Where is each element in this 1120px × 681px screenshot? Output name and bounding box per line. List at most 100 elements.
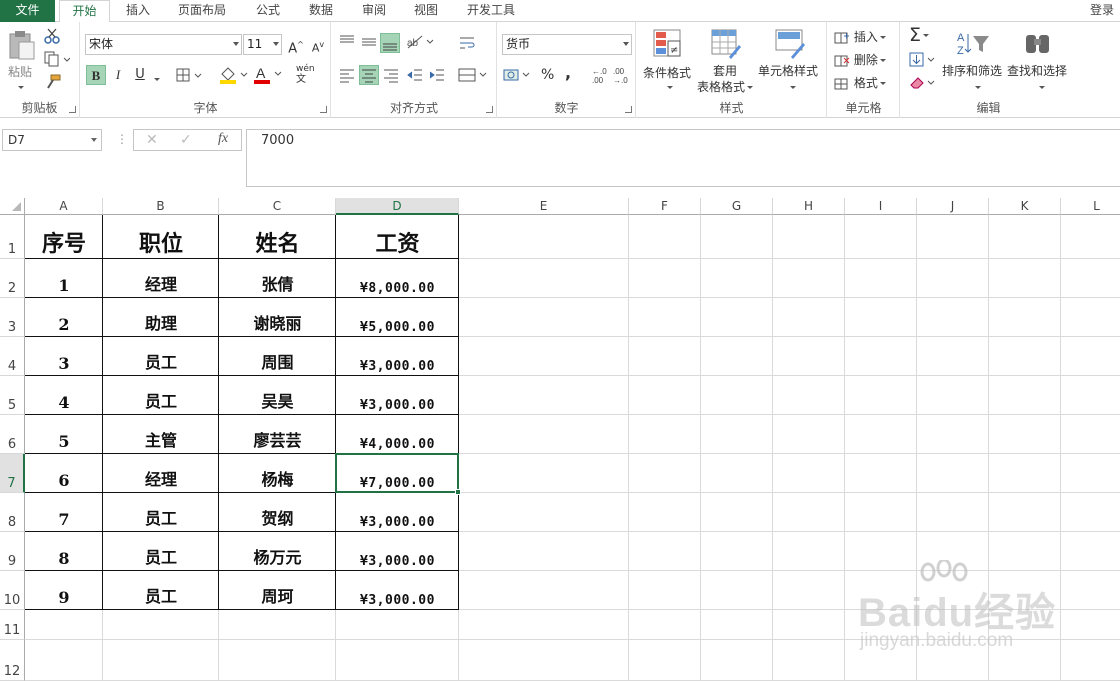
cell-d2[interactable]: ¥8,000.00 — [336, 259, 459, 298]
row-header-8[interactable]: 8 — [0, 493, 25, 532]
column-header-j[interactable]: J — [917, 198, 989, 215]
table-format-icon[interactable] — [711, 29, 741, 62]
row-header-3[interactable]: 3 — [0, 298, 25, 337]
shrink-font-button[interactable]: Av — [308, 35, 328, 55]
grow-font-button[interactable]: A^ — [286, 35, 306, 56]
cell-d10[interactable]: ¥3,000.00 — [336, 571, 459, 610]
cut-icon[interactable] — [44, 28, 60, 47]
cell-c7[interactable]: 杨梅 — [219, 454, 336, 493]
tab-review[interactable]: 审阅 — [360, 0, 388, 22]
table-format-label-2[interactable]: 表格格式 — [697, 78, 754, 95]
column-header-k[interactable]: K — [989, 198, 1061, 215]
cell-styles-label[interactable]: 单元格样式 — [758, 62, 818, 79]
paste-dropdown-icon[interactable] — [16, 80, 24, 94]
tab-insert[interactable]: 插入 — [124, 0, 152, 22]
underline-button[interactable]: U — [130, 65, 150, 85]
cell-a1[interactable]: 序号 — [25, 215, 103, 259]
column-header-e[interactable]: E — [459, 198, 629, 215]
row-header-9[interactable]: 9 — [0, 532, 25, 571]
increase-decimal-icon[interactable]: ←.0.00 — [591, 66, 609, 87]
copy-icon[interactable] — [44, 51, 71, 70]
row-header-6[interactable]: 6 — [0, 415, 25, 454]
font-launcher-icon[interactable] — [320, 106, 327, 113]
orientation-icon[interactable]: ab — [406, 34, 434, 53]
underline-dropdown-icon[interactable] — [152, 72, 160, 86]
clipboard-launcher-icon[interactable] — [69, 106, 76, 113]
cell-a10[interactable]: 9 — [25, 571, 103, 610]
column-header-d[interactable]: D — [336, 198, 459, 215]
conditional-format-icon[interactable]: ≠ — [653, 29, 683, 62]
cell-b10[interactable]: 员工 — [103, 571, 219, 610]
fill-handle[interactable] — [455, 489, 461, 495]
font-name-select[interactable]: 宋体 — [85, 34, 242, 55]
cell-d8[interactable]: ¥3,000.00 — [336, 493, 459, 532]
enter-icon[interactable]: ✓ — [180, 132, 192, 148]
cell-a4[interactable]: 3 — [25, 337, 103, 376]
insert-function-icon[interactable]: fx — [218, 131, 228, 147]
bold-button[interactable]: B — [86, 65, 106, 85]
cell-a6[interactable]: 5 — [25, 415, 103, 454]
format-painter-icon[interactable] — [44, 74, 62, 93]
tab-data[interactable]: 数据 — [307, 0, 335, 22]
column-header-i[interactable]: I — [845, 198, 917, 215]
font-color-icon[interactable]: A — [253, 65, 283, 87]
cell-c5[interactable]: 吴昊 — [219, 376, 336, 415]
cell-b1[interactable]: 职位 — [103, 215, 219, 259]
align-bottom-button[interactable] — [380, 33, 400, 53]
paste-icon[interactable] — [8, 30, 36, 63]
align-left-icon[interactable] — [338, 67, 356, 86]
cell-b2[interactable]: 经理 — [103, 259, 219, 298]
cell-c10[interactable]: 周珂 — [219, 571, 336, 610]
tab-home[interactable]: 开始 — [59, 0, 110, 23]
cell-c4[interactable]: 周围 — [219, 337, 336, 376]
borders-icon[interactable] — [176, 68, 204, 85]
wrap-text-icon[interactable] — [458, 34, 476, 55]
column-header-h[interactable]: H — [773, 198, 845, 215]
name-box[interactable]: D7 — [2, 129, 102, 151]
cell-c3[interactable]: 谢晓丽 — [219, 298, 336, 337]
row-header-2[interactable]: 2 — [0, 259, 25, 298]
accounting-format-icon[interactable] — [503, 67, 533, 86]
conditional-format-label[interactable]: 条件格式 — [643, 64, 691, 81]
chevron-down-icon[interactable] — [788, 80, 796, 94]
tab-page-layout[interactable]: 页面布局 — [177, 0, 227, 22]
cell-a5[interactable]: 4 — [25, 376, 103, 415]
increase-indent-icon[interactable] — [428, 67, 446, 86]
column-header-c[interactable]: C — [219, 198, 336, 215]
select-all-button[interactable] — [0, 198, 25, 215]
column-header-f[interactable]: F — [629, 198, 701, 215]
tab-file[interactable]: 文件 — [0, 0, 55, 22]
cell-b6[interactable]: 主管 — [103, 415, 219, 454]
find-select-icon[interactable] — [1023, 31, 1053, 60]
align-right-icon[interactable] — [382, 67, 400, 86]
row-header-5[interactable]: 5 — [0, 376, 25, 415]
cell-d5[interactable]: ¥3,000.00 — [336, 376, 459, 415]
cell-a8[interactable]: 7 — [25, 493, 103, 532]
chevron-down-icon[interactable] — [1037, 80, 1045, 94]
cell-styles-icon[interactable] — [775, 29, 807, 62]
column-header-g[interactable]: G — [701, 198, 773, 215]
decrease-indent-icon[interactable] — [406, 67, 424, 86]
align-top-icon[interactable] — [338, 32, 356, 53]
sort-filter-label[interactable]: 排序和筛选 — [942, 62, 1002, 79]
cell-a2[interactable]: 1 — [25, 259, 103, 298]
table-format-label-1[interactable]: 套用 — [713, 62, 737, 79]
row-header-11[interactable]: 11 — [0, 610, 25, 640]
cancel-icon[interactable]: ✕ — [146, 132, 158, 148]
merge-center-icon[interactable] — [458, 67, 488, 86]
cell-c6[interactable]: 廖芸芸 — [219, 415, 336, 454]
comma-button[interactable]: , — [565, 63, 571, 82]
row-header-1[interactable]: 1 — [0, 215, 25, 259]
row-header-10[interactable]: 10 — [0, 571, 25, 610]
login-link[interactable]: 登录 — [1090, 0, 1114, 21]
align-middle-icon[interactable] — [360, 32, 378, 53]
paste-label[interactable]: 粘贴 — [8, 63, 32, 80]
format-cells-button[interactable]: 格式 — [834, 74, 886, 91]
cell-d4[interactable]: ¥3,000.00 — [336, 337, 459, 376]
column-header-l[interactable]: L — [1061, 198, 1120, 215]
cell-c8[interactable]: 贺纲 — [219, 493, 336, 532]
percent-button[interactable]: % — [541, 67, 554, 83]
align-center-button[interactable] — [359, 65, 379, 85]
row-header-7[interactable]: 7 — [0, 454, 25, 493]
cell-b5[interactable]: 员工 — [103, 376, 219, 415]
